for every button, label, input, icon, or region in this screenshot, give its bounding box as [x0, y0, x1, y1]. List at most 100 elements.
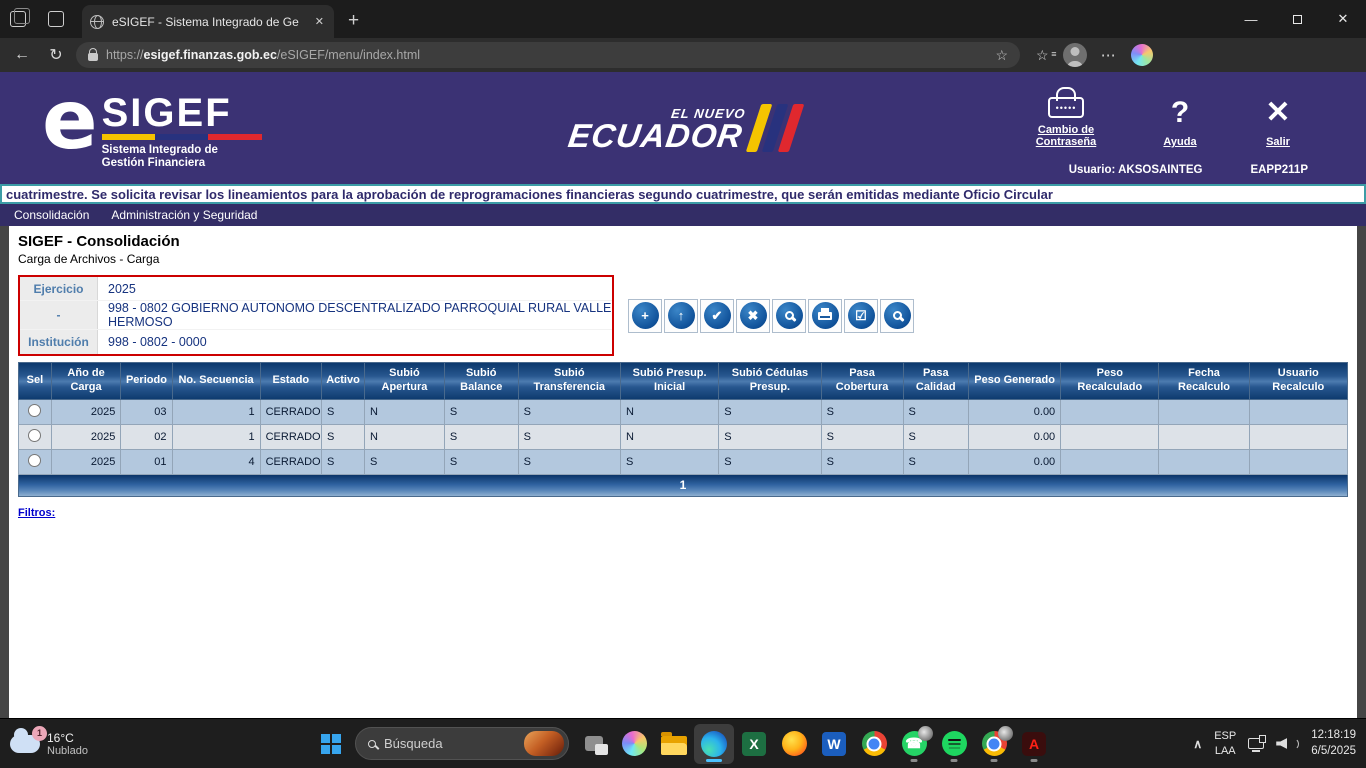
bookmark-star-icon[interactable]: ☆	[995, 47, 1008, 64]
taskbar-copilot-icon[interactable]	[614, 724, 654, 764]
column-header: Peso Generado	[969, 363, 1061, 400]
logo-subtitle-1: Sistema Integrado de	[102, 144, 262, 157]
table-cell: 0.00	[969, 399, 1061, 424]
new-tab-button[interactable]: +	[334, 10, 373, 38]
help-button[interactable]: ?Ayuda	[1150, 96, 1210, 148]
query-record-button[interactable]	[880, 299, 914, 333]
network-icon[interactable]	[1248, 738, 1264, 749]
favorites-icon[interactable]: ☆≡	[1036, 47, 1049, 64]
browser-tab[interactable]: eSIGEF - Sistema Integrado de Ge ✕	[82, 5, 334, 38]
taskbar-firefox-icon[interactable]	[774, 724, 814, 764]
page-title: SIGEF - Consolidación	[18, 233, 1357, 250]
restore-icon	[1293, 15, 1302, 24]
row-select-radio[interactable]	[28, 454, 41, 467]
table-cell: 4	[172, 449, 260, 474]
tray-expand-icon[interactable]: ∧	[1193, 737, 1202, 751]
table-cell: 01	[121, 449, 172, 474]
change-password-button[interactable]: Cambio de Contraseña	[1020, 84, 1112, 148]
select-cell	[19, 424, 52, 449]
back-icon[interactable]: ←	[8, 46, 36, 64]
taskbar-acrobat-icon[interactable]: A	[1014, 724, 1054, 764]
form-value: 998 - 0802 GOBIERNO AUTONOMO DESCENTRALI…	[98, 301, 612, 329]
table-row: 2025021CERRADOSNSSNSSS0.00	[19, 424, 1348, 449]
logo-e: e	[42, 86, 98, 156]
printer-glyph	[818, 312, 832, 320]
form-label: Ejercicio	[20, 277, 98, 300]
form-value: 998 - 0802 - 0000	[98, 330, 612, 354]
exit-button[interactable]: ✕Salir	[1248, 96, 1308, 148]
profile-avatar[interactable]	[1063, 43, 1087, 67]
excel-glyph: X	[742, 732, 766, 756]
taskbar-whatsapp-icon[interactable]: ☎	[894, 724, 934, 764]
table-cell: CERRADO	[260, 424, 321, 449]
form-label: -	[20, 301, 98, 329]
running-indicator	[706, 759, 722, 762]
table-cell: S	[719, 449, 821, 474]
print-icon	[812, 302, 839, 329]
copilot-icon[interactable]	[1131, 44, 1153, 66]
save-record-button[interactable]: ↑	[664, 299, 698, 333]
taskbar-word-icon[interactable]: W	[814, 724, 854, 764]
close-x-icon: ✕	[1265, 96, 1290, 130]
ecuador-logo-main: ECUADOR	[566, 121, 744, 151]
new-record-button[interactable]: +	[628, 299, 662, 333]
close-button[interactable]: ✕	[1320, 0, 1366, 38]
acrobat-glyph: A	[1022, 732, 1046, 756]
taskbar-apps: X W ☎ A	[574, 724, 1054, 764]
table-cell: S	[518, 424, 620, 449]
taskbar-task-view-icon[interactable]	[574, 724, 614, 764]
weather-widget[interactable]: 1 16°C Nublado	[10, 731, 88, 757]
pager-bar[interactable]: 1	[18, 475, 1348, 497]
column-header: Pasa Calidad	[903, 363, 969, 400]
table-cell: S	[322, 424, 365, 449]
delete-record-button[interactable]: ✖	[736, 299, 770, 333]
header-actions: Cambio de Contraseña ?Ayuda ✕Salir	[1020, 84, 1308, 148]
chrome-glyph	[862, 731, 887, 756]
select-cell	[19, 449, 52, 474]
maximize-button[interactable]	[1274, 0, 1320, 38]
taskbar-chrome-icon[interactable]	[854, 724, 894, 764]
address-bar[interactable]: https://esigef.finanzas.gob.ec/eSIGEF/me…	[76, 42, 1020, 68]
minimize-button[interactable]: —	[1228, 0, 1274, 38]
taskbar-file-explorer-icon[interactable]	[654, 724, 694, 764]
workspaces-icon[interactable]	[10, 11, 26, 27]
row-select-radio[interactable]	[28, 429, 41, 442]
validate-record-button[interactable]: ✔	[700, 299, 734, 333]
table-cell: 2025	[51, 449, 121, 474]
split-screen-icon[interactable]	[48, 11, 64, 27]
toolbar-right: ☆≡ ⋯	[1036, 43, 1153, 67]
print-button[interactable]	[808, 299, 842, 333]
start-button[interactable]	[321, 734, 341, 754]
taskbar-chrome-profile-icon[interactable]	[974, 724, 1014, 764]
page-number[interactable]: 1	[680, 478, 687, 492]
menu-item-administraci-n-y-seguridad[interactable]: Administración y Seguridad	[111, 208, 257, 222]
row-select-radio[interactable]	[28, 404, 41, 417]
column-header: Subió Apertura	[365, 363, 445, 400]
view-record-button[interactable]	[772, 299, 806, 333]
clock[interactable]: 12:18:19 6/5/2025	[1311, 728, 1356, 759]
records-table: SelAño de CargaPeriodoNo. SecuenciaEstad…	[18, 362, 1348, 475]
table-cell: N	[365, 424, 445, 449]
taskbar-edge-icon[interactable]	[694, 724, 734, 764]
column-header: No. Secuencia	[172, 363, 260, 400]
table-cell	[1061, 399, 1159, 424]
taskbar-spotify-icon[interactable]	[934, 724, 974, 764]
settings-menu-icon[interactable]: ⋯	[1101, 46, 1117, 64]
filters-link[interactable]: Filtros:	[18, 507, 55, 519]
running-indicator	[1031, 759, 1038, 762]
table-cell: S	[322, 449, 365, 474]
save-record-icon: ↑	[668, 302, 695, 329]
table-cell: S	[719, 424, 821, 449]
language-indicator[interactable]: ESP LAA	[1214, 729, 1236, 759]
tab-close-icon[interactable]: ✕	[313, 15, 326, 28]
notification-badge: 1	[32, 726, 47, 741]
taskbar-excel-icon[interactable]: X	[734, 724, 774, 764]
confirm-record-button[interactable]: ☑	[844, 299, 878, 333]
menu-item-consolidaci-n[interactable]: Consolidación	[14, 208, 89, 222]
taskbar-search[interactable]: Búsqueda	[355, 727, 569, 760]
volume-icon[interactable]	[1276, 738, 1287, 749]
el-nuevo-ecuador-logo: EL NUEVO ECUADOR	[570, 104, 797, 152]
refresh-icon[interactable]: ↻	[42, 45, 70, 65]
file-explorer-glyph	[661, 736, 687, 755]
column-header: Subió Cédulas Presup.	[719, 363, 821, 400]
